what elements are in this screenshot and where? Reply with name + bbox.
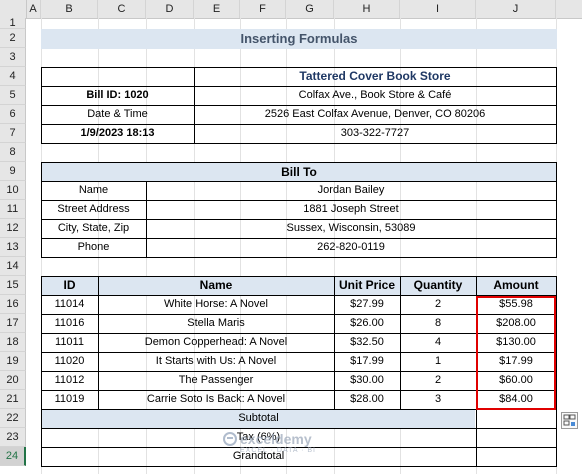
store-name[interactable]: Tattered Cover Book Store (194, 67, 556, 86)
row-name[interactable]: Carrie Soto Is Back: A Novel (98, 390, 334, 409)
row-name[interactable]: White Horse: A Novel (98, 295, 334, 314)
row-quantity[interactable]: 2 (400, 295, 476, 314)
column-header-h[interactable]: H (334, 0, 400, 18)
header-name[interactable]: Name (98, 276, 334, 295)
row-header-1[interactable]: 1 (0, 18, 26, 29)
row-unit-price[interactable]: $17.99 (334, 352, 400, 371)
exceldemy-logo-icon (223, 432, 237, 446)
date-time-label[interactable]: Date & Time (41, 105, 194, 124)
row-unit-price[interactable]: $26.00 (334, 314, 400, 333)
watermark-tagline: EXCEL · DATA · BI (240, 447, 316, 454)
date-time-value[interactable]: 1/9/2023 18:13 (41, 124, 194, 143)
row-id[interactable]: 11014 (41, 295, 98, 314)
row-header-13[interactable]: 13 (0, 238, 26, 257)
row-header-14[interactable]: 14 (0, 257, 26, 276)
header-amount[interactable]: Amount (476, 276, 556, 295)
sheet-title[interactable]: Inserting Formulas (41, 29, 557, 49)
row-name[interactable]: The Passenger (98, 371, 334, 390)
row-header-12[interactable]: 12 (0, 219, 26, 238)
row-name[interactable]: Demon Copperhead: A Novel (98, 333, 334, 352)
bill-to-street-label[interactable]: Street Address (41, 200, 146, 219)
store-address-line1[interactable]: Colfax Ave., Book Store & Café (194, 86, 556, 105)
row-header-22[interactable]: 22 (0, 409, 26, 428)
bill-id-cell[interactable]: Bill ID: 1020 (41, 86, 194, 105)
column-header-e[interactable]: E (194, 0, 240, 18)
subtotal-value[interactable] (476, 409, 556, 428)
row-id[interactable]: 11012 (41, 371, 98, 390)
store-address-line2[interactable]: 2526 East Colfax Avenue, Denver, CO 8020… (194, 105, 556, 124)
quick-analysis-icon (563, 414, 576, 426)
row-header-24[interactable]: 24 (0, 447, 26, 466)
row-name[interactable]: Stella Maris (98, 314, 334, 333)
row-unit-price[interactable]: $28.00 (334, 390, 400, 409)
row-id[interactable]: 11016 (41, 314, 98, 333)
bill-to-header[interactable]: Bill To (42, 163, 556, 181)
column-header-g[interactable]: G (286, 0, 334, 18)
row-header-6[interactable]: 6 (0, 105, 26, 124)
row-header-16[interactable]: 16 (0, 295, 26, 314)
row-header-17[interactable]: 17 (0, 314, 26, 333)
header-unit-price[interactable]: Unit Price (334, 276, 400, 295)
column-header-f[interactable]: F (240, 0, 286, 18)
column-header-b[interactable]: B (41, 0, 98, 18)
amount-selection-highlight (476, 296, 556, 410)
column-header-i[interactable]: I (400, 0, 476, 18)
row-id[interactable]: 11011 (41, 333, 98, 352)
row-id[interactable]: 11019 (41, 390, 98, 409)
store-phone[interactable]: 303-322-7727 (194, 124, 556, 143)
row-quantity[interactable]: 4 (400, 333, 476, 352)
row-header-23[interactable]: 23 (0, 428, 26, 447)
bill-to-phone-label[interactable]: Phone (41, 238, 146, 257)
exceldemy-watermark: exceldemy EXCEL · DATA · BI (222, 431, 316, 454)
row-header-4[interactable]: 4 (0, 67, 26, 86)
row-header-21[interactable]: 21 (0, 390, 26, 409)
column-header-k[interactable] (556, 0, 582, 18)
column-header-d[interactable]: D (146, 0, 194, 18)
row-header-5[interactable]: 5 (0, 86, 26, 105)
row-header-9[interactable]: 9 (0, 162, 26, 181)
row-header-15[interactable]: 15 (0, 276, 26, 295)
select-all-corner[interactable] (0, 0, 27, 18)
row-unit-price[interactable]: $27.99 (334, 295, 400, 314)
row-quantity[interactable]: 3 (400, 390, 476, 409)
row-header-3[interactable]: 3 (0, 48, 26, 67)
row-header-18[interactable]: 18 (0, 333, 26, 352)
header-id[interactable]: ID (41, 276, 98, 295)
row-header-8[interactable]: 8 (0, 143, 26, 162)
column-header-j[interactable]: J (476, 0, 556, 18)
row-unit-price[interactable]: $32.50 (334, 333, 400, 352)
watermark-brand: exceldemy (240, 431, 312, 447)
row-quantity[interactable]: 2 (400, 371, 476, 390)
row-name[interactable]: It Starts with Us: A Novel (98, 352, 334, 371)
row-quantity[interactable]: 1 (400, 352, 476, 371)
bill-to-street[interactable]: 1881 Joseph Street (146, 200, 556, 219)
bill-to-phone[interactable]: 262-820-0119 (146, 238, 556, 257)
bill-to-city-label[interactable]: City, State, Zip (41, 219, 146, 238)
row-header-10[interactable]: 10 (0, 181, 26, 200)
row-unit-price[interactable]: $30.00 (334, 371, 400, 390)
tax-value[interactable] (476, 428, 556, 447)
bill-to-name[interactable]: Jordan Bailey (146, 181, 556, 200)
row-header-20[interactable]: 20 (0, 371, 26, 390)
row-header-2[interactable]: 2 (0, 29, 26, 48)
row-header-11[interactable]: 11 (0, 200, 26, 219)
row-header-19[interactable]: 19 (0, 352, 26, 371)
subtotal-label[interactable]: Subtotal (41, 409, 476, 428)
row-id[interactable]: 11020 (41, 352, 98, 371)
column-header-c[interactable]: C (98, 0, 146, 18)
column-header-a[interactable]: A (26, 0, 41, 18)
bill-to-city[interactable]: Sussex, Wisconsin, 53089 (146, 219, 556, 238)
bill-to-name-label[interactable]: Name (41, 181, 146, 200)
header-quantity[interactable]: Quantity (400, 276, 476, 295)
row-quantity[interactable]: 8 (400, 314, 476, 333)
row-header-7[interactable]: 7 (0, 124, 26, 143)
grandtotal-value[interactable] (476, 447, 556, 466)
quick-analysis-button[interactable] (561, 412, 578, 429)
